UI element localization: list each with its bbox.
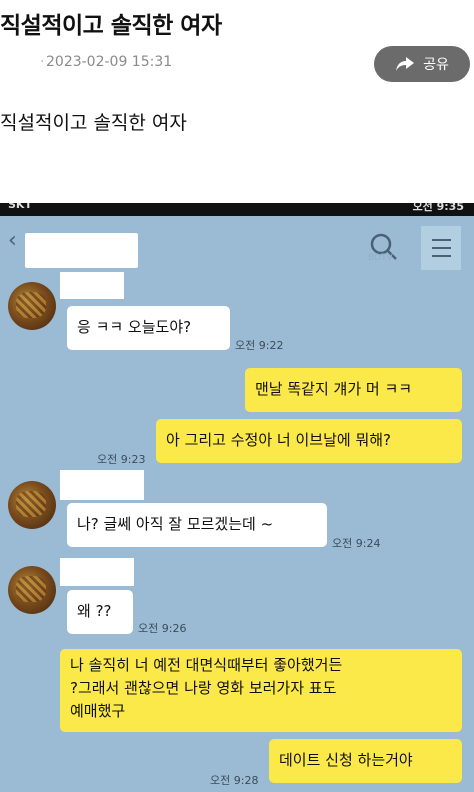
message-time: 오전 9:26: [138, 622, 187, 635]
chat-header: ‹ BOTV: [0, 216, 474, 270]
phone-status-bar: SKT 오전 9:35: [0, 203, 474, 216]
article-title: 직설적이고 솔직한 여자: [0, 13, 222, 39]
separator-dot: ·: [40, 54, 45, 70]
redacted-sender-name: [60, 272, 124, 299]
message-time: 오전 9:23: [97, 453, 146, 466]
redacted-sender-name: [60, 470, 144, 500]
message-bubble: 응 ㅋㅋ 오늘도야?: [67, 306, 230, 350]
message-bubble: 아 그리고 수정아 너 이브날에 뭐해?: [156, 419, 462, 463]
share-button[interactable]: 공유: [374, 46, 470, 82]
post-date: · 2023-02-09 15:31: [40, 54, 173, 70]
post-date-text: 2023-02-09 15:31: [46, 54, 173, 70]
avatar: [8, 282, 56, 330]
message-bubble: 데이트 신청 하는거야: [269, 739, 462, 783]
message-line: 나 솔직히 너 예전 대면식때부터 좋아했거든: [70, 656, 343, 674]
message-bubble: 나? 글쎄 아직 잘 모르겠는데 ~: [67, 503, 327, 547]
carrier-label: SKT: [8, 203, 32, 211]
message-line: ?그래서 괜찮으면 나랑 영화 보러가자 표도: [70, 679, 337, 697]
back-chevron-icon: ‹: [8, 228, 17, 253]
redacted-sender-name: [60, 558, 134, 586]
share-label: 공유: [423, 57, 449, 73]
redacted-chat-name: [25, 233, 138, 268]
message-time: 오전 9:24: [332, 537, 381, 550]
chat-screenshot-image: SKT 오전 9:35 ‹ BOTV 응 ㅋㅋ 오늘도야? 오전 9:22 맨날…: [0, 203, 474, 792]
hamburger-menu-icon: [421, 226, 461, 270]
avatar: [8, 566, 56, 614]
avatar: [8, 481, 56, 529]
message-bubble-multiline: 나 솔직히 너 예전 대면식때부터 좋아했거든 ?그래서 괜찮으면 나랑 영화 …: [60, 649, 462, 732]
message-time: 오전 9:28: [210, 774, 259, 787]
message-bubble: 맨날 똑같지 걔가 머 ㅋㅋ: [245, 368, 462, 412]
status-time: 오전 9:35: [412, 203, 464, 213]
message-line: 예매했구: [70, 702, 126, 720]
message-time: 오전 9:22: [235, 339, 284, 352]
article-body: 직설적이고 솔직한 여자: [0, 112, 187, 134]
message-bubble: 왜 ??: [67, 590, 133, 634]
share-arrow-icon: [396, 57, 415, 71]
watermark: BOTV: [368, 253, 393, 263]
